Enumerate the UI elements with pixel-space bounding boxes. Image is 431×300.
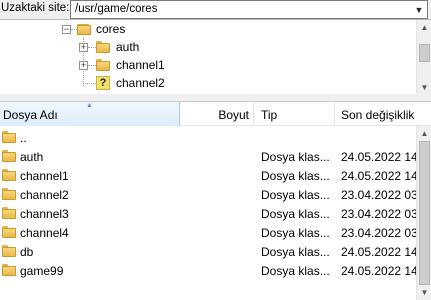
folder-icon [2,169,16,181]
list-item[interactable]: channel1 Dosya klas... 24.05.2022 14:1..… [0,166,420,185]
list-item[interactable]: channel4 Dosya klas... 23.04.2022 03:4..… [0,223,420,242]
folder-icon [2,226,16,238]
file-type: Dosya klas... [261,226,330,240]
collapse-icon[interactable]: − [62,25,71,34]
file-type: Dosya klas... [261,207,330,221]
list-item[interactable]: .. [0,128,420,147]
tree-item-auth[interactable]: + auth [0,38,400,56]
file-modified: 23.04.2022 03:4... [341,226,417,240]
list-item[interactable]: game99 Dosya klas... 24.05.2022 14:0... [0,261,420,280]
tree-item-channel2[interactable]: ? channel2 [0,74,400,92]
column-header-type[interactable]: Tip [254,102,334,126]
file-modified: 24.05.2022 14:0... [341,245,417,259]
list-item[interactable]: channel2 Dosya klas... 23.04.2022 03:4..… [0,185,420,204]
scroll-up-icon[interactable]: ▲ [417,126,431,141]
scroll-up-icon[interactable]: ▲ [417,20,431,35]
tree-item-label: auth [116,40,140,54]
pane-splitter[interactable] [0,94,431,102]
tree-item-channel1[interactable]: + channel1 [0,56,400,74]
file-modified: 23.04.2022 03:4... [341,207,417,221]
tree-item-cores[interactable]: − cores [0,20,400,38]
folder-icon [2,188,16,200]
column-header-label: Boyut [218,108,249,122]
column-header-modified[interactable]: Son değişiklik [335,102,431,126]
column-header-label: Son değişiklik [341,108,415,122]
file-modified: 24.05.2022 14:0... [341,264,417,278]
column-header-size[interactable]: Boyut [181,102,253,126]
file-name: auth [20,150,44,164]
file-name: channel4 [20,226,69,240]
file-modified: 23.04.2022 03:4... [341,188,417,202]
file-name: channel2 [20,188,69,202]
expand-icon[interactable]: + [79,43,88,52]
file-type: Dosya klas... [261,264,330,278]
folder-open-icon [77,23,91,35]
tree-item-label: channel1 [116,58,165,72]
tree-item-label: cores [96,22,126,36]
file-type: Dosya klas... [261,188,330,202]
folder-icon [96,59,110,71]
file-name: channel1 [20,169,69,183]
tree-item-label: channel2 [116,76,165,90]
list-scrollbar-thumb[interactable] [419,141,430,285]
remote-path-value[interactable]: /usr/game/cores [75,3,157,15]
folder-icon [2,245,16,257]
remote-path-bar: Uzaktaki site: /usr/game/cores ▼ [0,0,431,19]
column-header-name[interactable]: Dosya Adı ▲ [0,102,180,126]
remote-file-list: Dosya Adı ▲ Boyut Tip Son değişiklik .. … [0,102,431,300]
file-modified: 24.05.2022 14:1... [341,150,417,164]
file-modified: 24.05.2022 14:1... [341,169,417,183]
file-name: game99 [20,264,64,278]
remote-directory-tree: − cores + auth + channel1 ? channel2 ▲ ▼ [0,19,431,94]
chevron-down-icon[interactable]: ▼ [414,5,424,15]
file-type: Dosya klas... [261,150,330,164]
expand-icon[interactable]: + [79,61,88,70]
tree-scrollbar-thumb[interactable] [419,44,430,62]
column-header-label: Dosya Adı [3,108,58,122]
scroll-down-icon[interactable]: ▼ [417,285,431,300]
remote-site-label: Uzaktaki site: [1,2,70,14]
unknown-folder-icon: ? [96,76,110,90]
folder-icon [2,131,16,143]
file-name: .. [20,131,27,145]
folder-icon [2,264,16,276]
file-name: channel3 [20,207,69,221]
list-item[interactable]: db Dosya klas... 24.05.2022 14:0... [0,242,420,261]
column-header-label: Tip [261,108,278,122]
sort-ascending-icon: ▲ [86,102,93,109]
list-item[interactable]: channel3 Dosya klas... 23.04.2022 03:4..… [0,204,420,223]
remote-path-combobox[interactable]: /usr/game/cores ▼ [70,0,428,19]
list-scrollbar[interactable]: ▲ ▼ [416,126,431,300]
folder-icon [2,207,16,219]
scroll-down-icon[interactable]: ▼ [417,80,431,94]
file-name: db [20,245,34,259]
file-type: Dosya klas... [261,245,330,259]
folder-icon [2,150,16,162]
tree-scrollbar[interactable]: ▲ ▼ [416,20,431,94]
folder-icon [96,41,110,53]
list-header: Dosya Adı ▲ Boyut Tip Son değişiklik [0,102,431,126]
list-item[interactable]: auth Dosya klas... 24.05.2022 14:1... [0,147,420,166]
file-type: Dosya klas... [261,169,330,183]
